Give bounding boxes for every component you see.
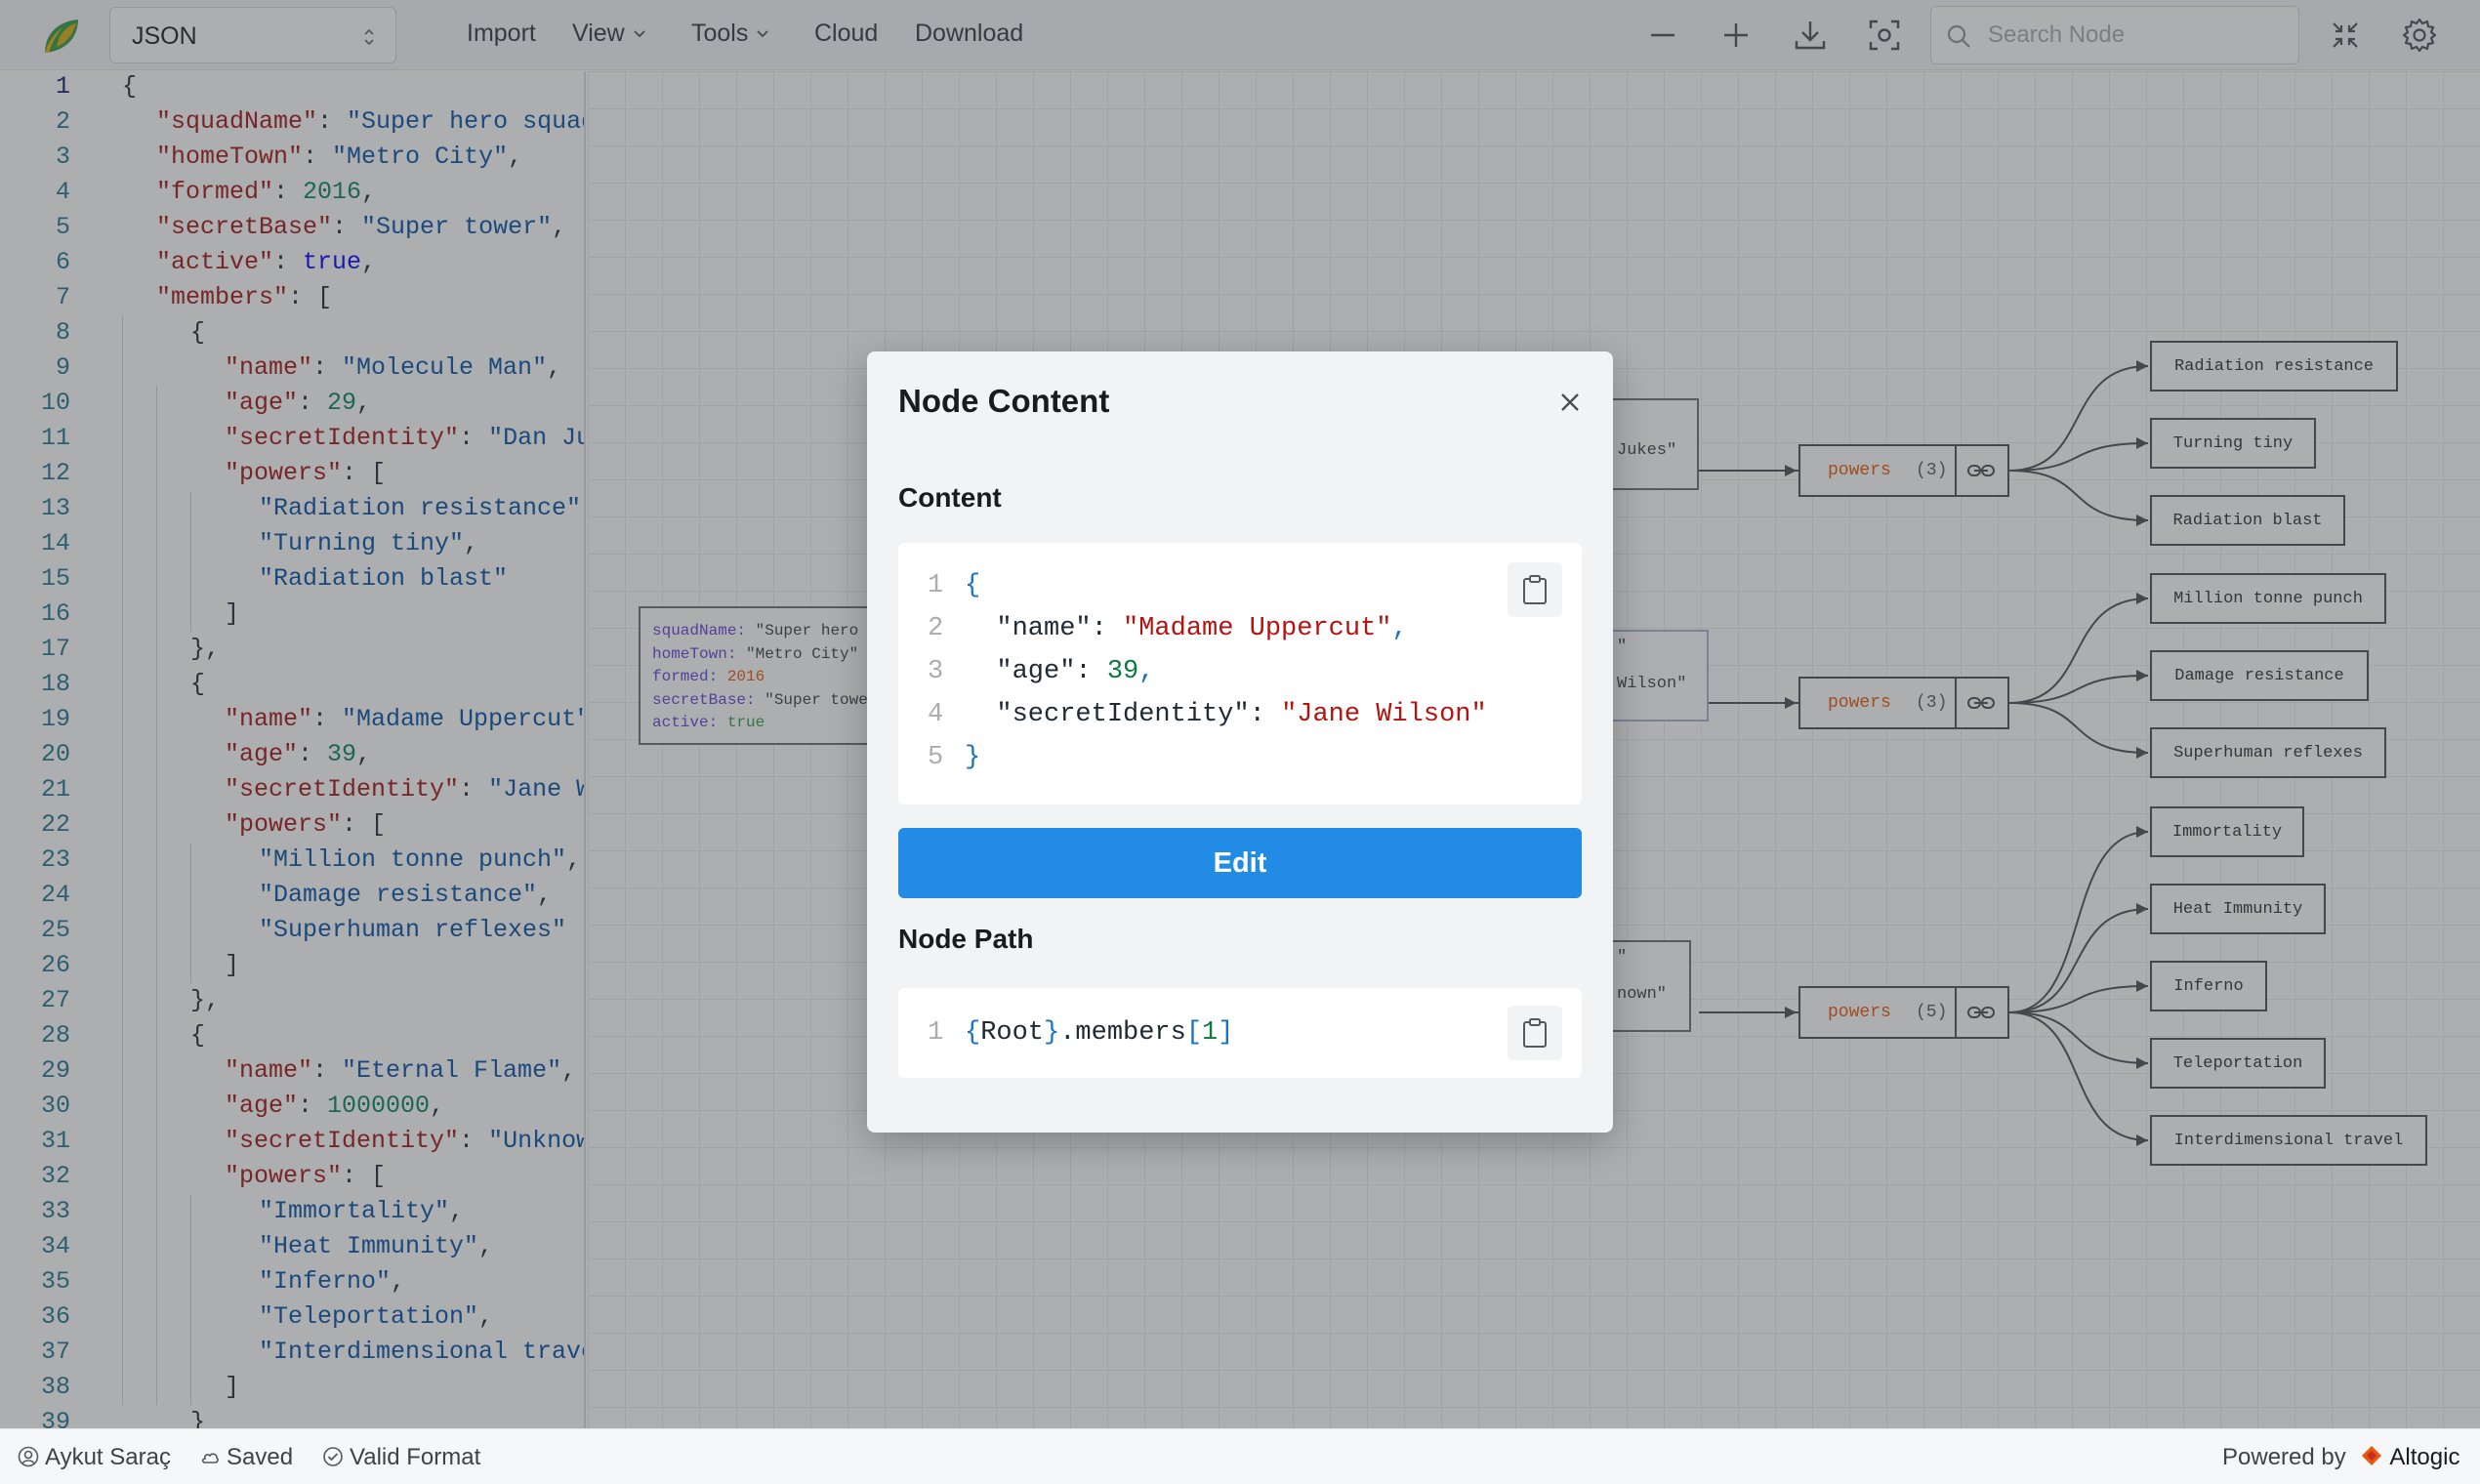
copy-path-button[interactable] (1508, 1006, 1562, 1060)
status-saved-label: Saved (227, 1444, 294, 1470)
modal-code-text: "secretIdentity": "Jane Wilson" (965, 693, 1487, 736)
modal-code-token: { (965, 571, 981, 600)
modal-code-token: , (1138, 657, 1155, 686)
modal-code-token: } (965, 743, 981, 772)
content-section-title: Content (898, 482, 1002, 513)
node-path-code-box[interactable]: 1 {Root}.members[1] (898, 988, 1582, 1078)
brand-label: Altogic (2389, 1444, 2460, 1470)
modal-path-text: {Root}.members[1] (965, 1011, 1233, 1054)
powered-by[interactable]: Powered by Altogic (2222, 1444, 2459, 1471)
content-code-box[interactable]: 1 {2 "name": "Madame Uppercut", 3 "age": 3… (898, 543, 1582, 804)
modal-code-text: } (965, 736, 980, 779)
altogic-logo-icon (2362, 1446, 2382, 1465)
modal-path-token: 1 (1202, 1018, 1219, 1048)
modal-code-token: 39 (1106, 657, 1139, 686)
node-content-modal: Node Content Content 1 {2 "name": "Madame… (867, 351, 1613, 1133)
modal-code-text: { (965, 564, 980, 607)
clipboard-icon (1523, 1018, 1547, 1048)
modal-path-token: } (1044, 1018, 1060, 1048)
modal-line-number: 5 (928, 743, 944, 772)
status-valid: Valid Format (322, 1444, 480, 1471)
modal-line-number: 1 (928, 1018, 944, 1048)
node-path-section-title: Node Path (898, 924, 1034, 954)
clipboard-icon (1523, 575, 1547, 604)
modal-line-number: 4 (928, 700, 944, 729)
powered-by-label: Powered by (2222, 1444, 2346, 1470)
user-icon (18, 1446, 39, 1467)
copy-content-button[interactable] (1508, 562, 1562, 617)
modal-line-number: 2 (928, 614, 944, 643)
modal-path-token: [ (1185, 1018, 1203, 1048)
edit-button[interactable]: Edit (898, 828, 1582, 898)
status-valid-label: Valid Format (350, 1444, 481, 1470)
modal-path-token: Root (980, 1018, 1045, 1048)
modal-path-token: ] (1218, 1018, 1234, 1048)
status-saved: Saved (199, 1444, 293, 1471)
modal-line-number: 3 (928, 657, 944, 686)
modal-code-text: "name": "Madame Uppercut", (965, 607, 1408, 650)
modal-code-token: "age": (965, 657, 1107, 686)
modal-path-token: { (965, 1018, 981, 1048)
status-user[interactable]: Aykut Saraç (18, 1444, 171, 1471)
modal-line-number: 1 (928, 571, 944, 600)
check-circle-icon (323, 1447, 343, 1466)
status-bar: Aykut Saraç Saved Valid Format Powered b… (0, 1428, 2480, 1484)
modal-code-token: "secretIdentity": (965, 700, 1282, 729)
modal-code-token: "Jane Wilson" (1281, 700, 1487, 729)
modal-code-text: "age": 39, (965, 650, 1154, 693)
close-icon[interactable] (1556, 389, 1584, 416)
modal-code-token: , (1391, 614, 1408, 643)
cloud-check-icon (201, 1453, 219, 1463)
modal-code-token: "name": (965, 614, 1124, 643)
modal-code-token: "Madame Uppercut" (1123, 614, 1392, 643)
modal-title: Node Content (898, 383, 1110, 419)
modal-path-token: .members (1059, 1018, 1186, 1048)
status-user-label: Aykut Saraç (45, 1444, 171, 1470)
